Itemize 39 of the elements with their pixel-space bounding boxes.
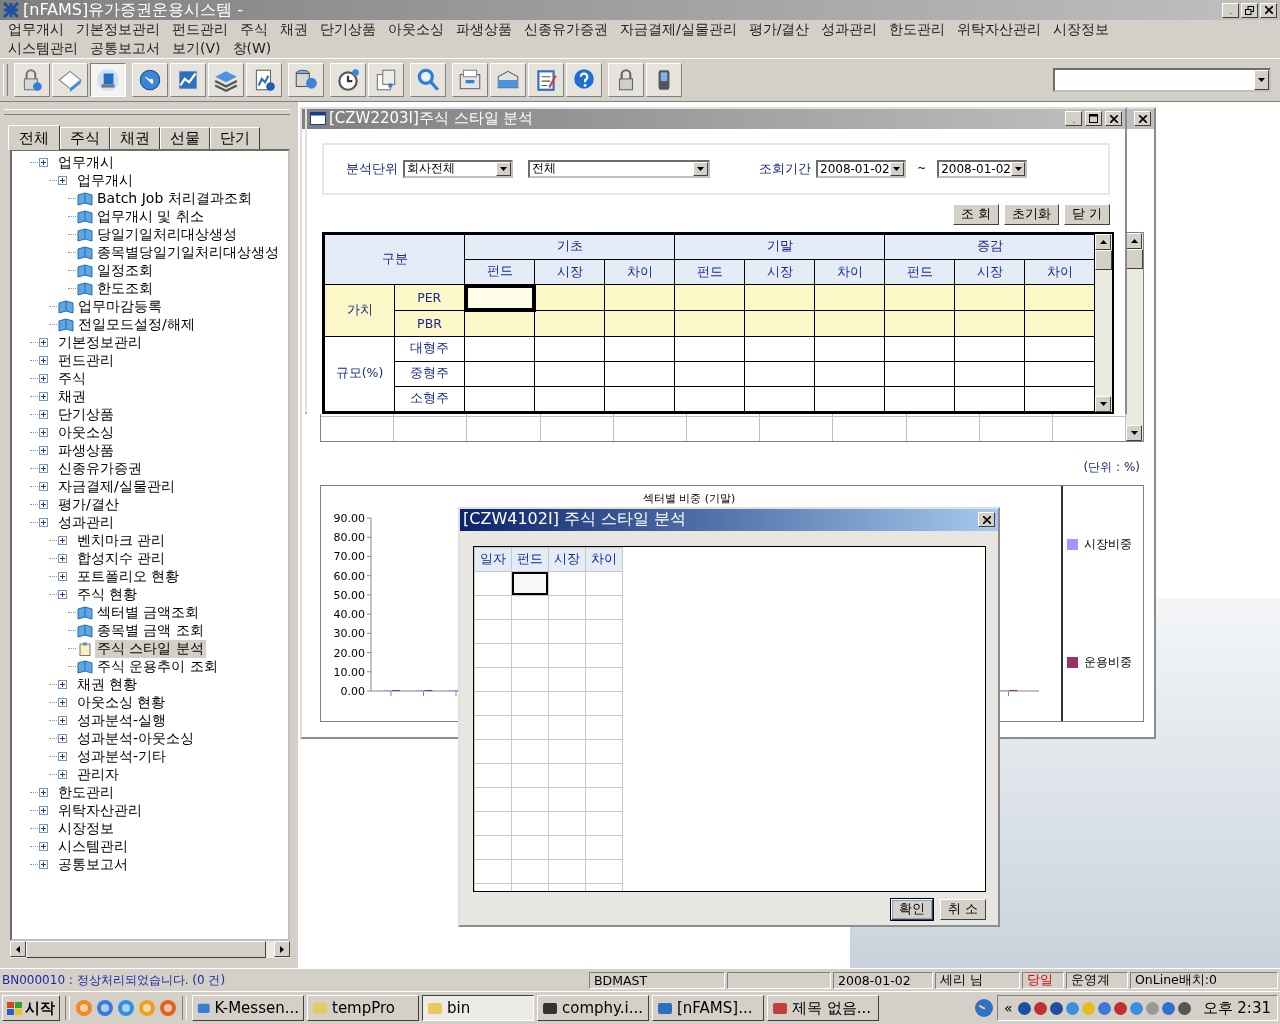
column-header: 차이 xyxy=(585,547,623,572)
field-label: 분석단위 xyxy=(346,159,398,178)
y-tick-label: 40.00 xyxy=(333,607,365,621)
status-pane: OnLine배치:0 xyxy=(1130,971,1278,989)
y-tick-label: 30.00 xyxy=(333,627,365,641)
status-pane: 당일 xyxy=(1022,971,1064,989)
status-pane: 운영계 xyxy=(1066,971,1128,989)
column-header: 기말 xyxy=(674,234,885,260)
y-tick-label: 20.00 xyxy=(333,646,365,660)
status-pane: 세리 님 xyxy=(935,971,1020,989)
y-tick-label: 80.00 xyxy=(333,531,365,545)
y-tick-label: 70.00 xyxy=(333,550,365,564)
unit-label: (단위 : %) xyxy=(1083,458,1140,476)
y-tick-label: 60.00 xyxy=(333,569,365,583)
field-label: 조회기간 xyxy=(759,159,811,178)
chart-title: 섹터별 비중 (기말) xyxy=(642,491,736,505)
app-title: [nFAMS]유가증권운용시스템 - xyxy=(23,0,244,21)
legend-label: 시장비중 xyxy=(1084,536,1132,554)
status-message: BN000010 : 정상처리되었습니다. (0 건) xyxy=(2,971,227,989)
column-header: 기초 xyxy=(464,234,675,260)
column-header: 구분 xyxy=(324,234,465,285)
y-tick-label: 10.00 xyxy=(333,665,365,679)
column-header: 펀드 xyxy=(511,547,549,572)
status-pane: BDMAST xyxy=(589,971,725,989)
column-header: 증감 xyxy=(884,234,1095,260)
legend-label: 운용비중 xyxy=(1084,653,1132,671)
column-header: 일자 xyxy=(474,547,512,572)
column-header: 시장 xyxy=(548,547,586,572)
y-tick-label: 90.00 xyxy=(333,511,365,525)
status-pane: 2008-01-02 xyxy=(833,971,933,989)
y-tick-label: 50.00 xyxy=(333,588,365,602)
window-title: [CZW2203I]주식 스타일 분석 xyxy=(329,109,534,129)
row-header: 규모(%) xyxy=(324,336,395,412)
row-header: 가치 xyxy=(324,284,395,337)
y-tick-label: 0.00 xyxy=(340,684,365,698)
dialog-title: [CZW4102I] 주식 스타일 분석 xyxy=(463,509,687,531)
range-separator: ~ xyxy=(916,162,928,176)
clock: 오후 2:31 xyxy=(1202,998,1271,1018)
row-header: PER xyxy=(394,284,465,311)
